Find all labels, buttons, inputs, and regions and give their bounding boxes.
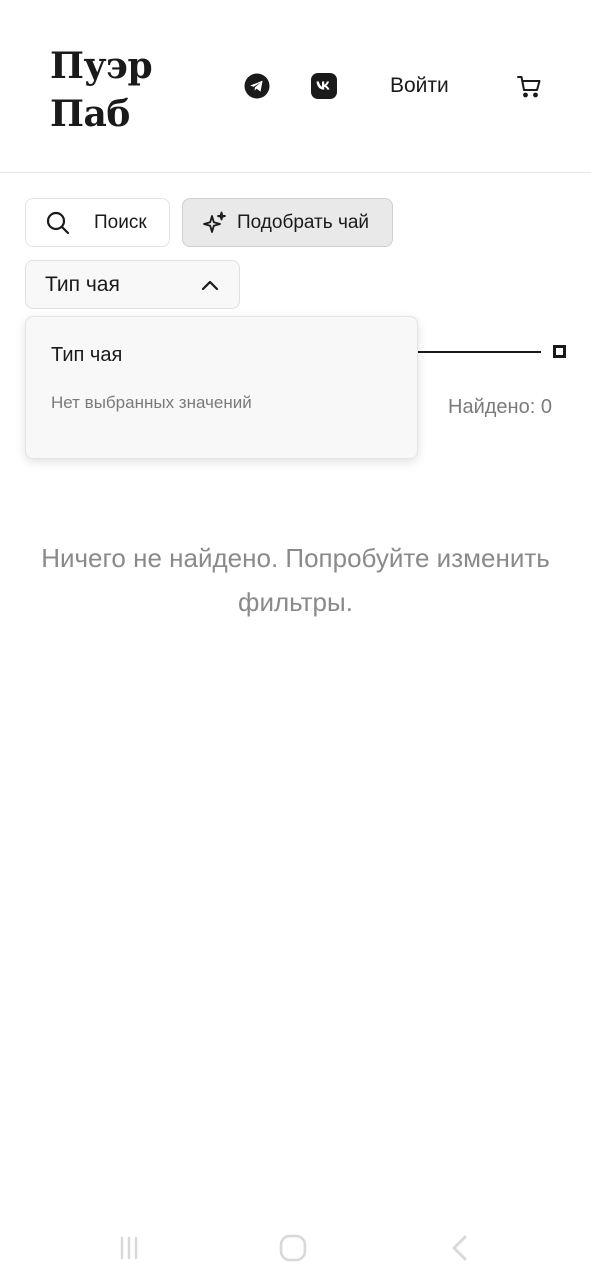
dropdown-empty-text: Нет выбранных значений <box>51 393 252 412</box>
recent-apps-icon[interactable] <box>109 1228 149 1268</box>
system-navigation-bar <box>0 1220 591 1280</box>
pick-tea-button[interactable]: Подобрать чай <box>182 198 393 247</box>
price-slider-track[interactable] <box>418 351 541 353</box>
telegram-icon[interactable] <box>244 73 270 99</box>
site-header: Пуэр Паб Войти <box>0 0 591 173</box>
login-link[interactable]: Войти <box>390 72 449 100</box>
back-icon[interactable] <box>440 1228 480 1268</box>
empty-results-message: Ничего не найдено. Попробуйте изменить ф… <box>41 543 550 617</box>
found-count: Найдено: 0 <box>448 396 552 418</box>
search-icon <box>45 210 71 236</box>
cart-icon[interactable] <box>515 72 543 100</box>
home-icon[interactable] <box>273 1228 313 1268</box>
pick-tea-label: Подобрать чай <box>237 211 370 233</box>
logo-line-1: Пуэр <box>50 45 153 87</box>
dropdown-title: Тип чая <box>51 344 123 366</box>
chevron-up-icon <box>201 273 219 297</box>
price-slider-handle[interactable] <box>553 345 566 358</box>
logo-line-2: Паб <box>50 93 130 135</box>
tea-type-dropdown: Тип чая Нет выбранных значений <box>25 316 418 459</box>
logo[interactable]: Пуэр Паб <box>50 42 190 138</box>
tea-type-filter-label: Тип чая <box>45 272 120 296</box>
vk-icon[interactable] <box>311 73 337 99</box>
search-button-label: Поиск <box>94 211 147 233</box>
sparkles-icon <box>202 210 228 236</box>
search-button[interactable]: Поиск <box>25 198 170 247</box>
tea-type-filter[interactable]: Тип чая <box>25 260 240 309</box>
